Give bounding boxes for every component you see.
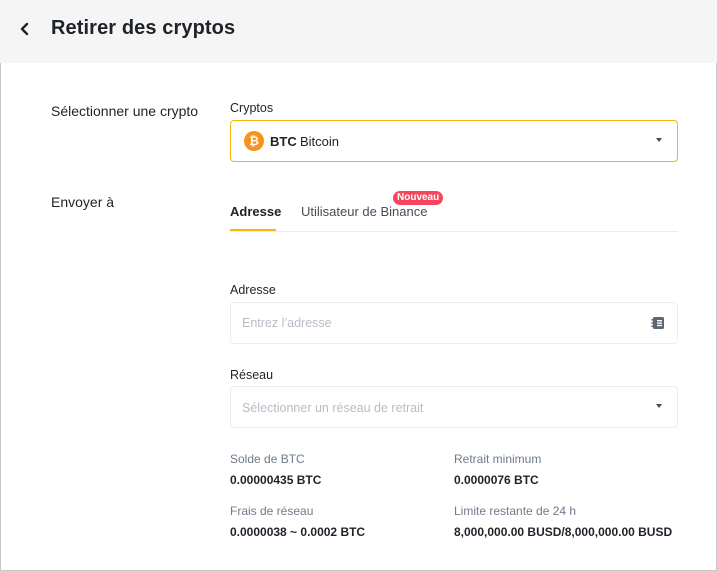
daily-limit-value: 8,000,000.00 BUSD/8,000,000.00 BUSD — [454, 525, 673, 539]
page-title: Retirer des cryptos — [51, 17, 236, 39]
daily-limit-label: Limite restante de 24 h — [454, 504, 577, 518]
network-field-label: Réseau — [230, 368, 274, 382]
select-crypto-row-label: Sélectionner une crypto — [51, 103, 199, 119]
tab-binance-user[interactable]: Utilisateur de Binance — [301, 204, 427, 219]
crypto-name: Bitcoin — [300, 134, 340, 149]
address-input[interactable] — [231, 303, 631, 343]
balance-label: Solde de BTC — [230, 452, 305, 466]
min-withdraw-label: Retrait minimum — [454, 452, 542, 466]
new-badge: Nouveau — [393, 191, 444, 205]
network-select[interactable]: Sélectionner un réseau de retrait — [230, 386, 678, 428]
crypto-field-label: Cryptos — [230, 101, 274, 115]
tabs-divider — [230, 231, 678, 232]
send-to-row-label: Envoyer à — [51, 194, 115, 210]
address-book-icon[interactable] — [651, 316, 665, 330]
crypto-select[interactable]: ₿ BTC Bitcoin — [230, 120, 678, 162]
caret-down-icon — [656, 138, 662, 142]
chevron-left-icon — [20, 22, 29, 36]
balance-value: 0.00000435 BTC — [230, 473, 322, 487]
back-button[interactable] — [14, 18, 36, 40]
address-field-label: Adresse — [230, 283, 276, 297]
network-placeholder: Sélectionner un réseau de retrait — [242, 401, 424, 415]
bitcoin-icon: ₿ — [244, 131, 264, 151]
network-fee-value: 0.0000038 ~ 0.0002 BTC — [230, 525, 366, 539]
address-field — [230, 302, 678, 344]
tab-address[interactable]: Adresse — [230, 204, 281, 219]
caret-down-icon — [656, 404, 662, 408]
network-fee-label: Frais de réseau — [230, 504, 314, 518]
page-header: Retirer des cryptos — [0, 0, 717, 63]
page-frame — [0, 0, 717, 571]
min-withdraw-value: 0.0000076 BTC — [454, 473, 539, 487]
crypto-ticker: BTC — [270, 134, 297, 149]
